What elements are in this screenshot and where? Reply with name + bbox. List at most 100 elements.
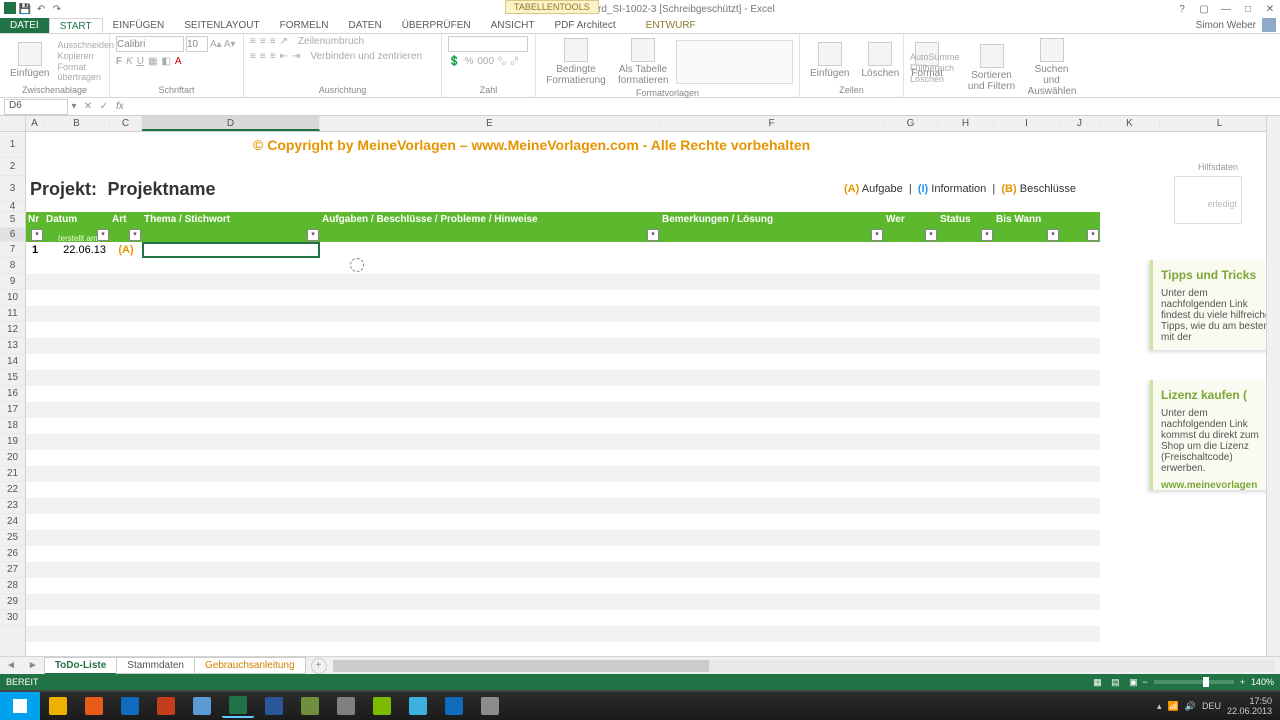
col-header[interactable]: I [994,116,1060,131]
row-header-selected[interactable]: 6 [0,228,25,242]
taskbar-app-icon[interactable] [150,694,182,718]
horizontal-scrollbar[interactable] [333,660,1274,672]
zoom-slider[interactable] [1154,680,1234,684]
row-header[interactable]: 29 [0,594,25,610]
row-header[interactable]: 10 [0,290,25,306]
table-row[interactable] [26,418,1100,434]
cell-datum[interactable]: 22.06.13 [44,242,110,258]
table-row[interactable] [26,258,1100,274]
underline-button[interactable]: U [137,56,144,67]
sheet-tab-gebrauch[interactable]: Gebrauchsanleitung [194,657,306,674]
vertical-scrollbar[interactable] [1266,116,1280,656]
taskbar-app-icon[interactable] [114,694,146,718]
align-left-icon[interactable]: ≡ [250,51,256,62]
row-header[interactable]: 20 [0,450,25,466]
table-row[interactable] [26,306,1100,322]
comma-icon[interactable]: 000 [477,56,494,67]
paste-button[interactable]: Einfügen [6,40,53,81]
row-header[interactable]: 2 [0,158,25,176]
condformat-button[interactable]: Bedingte Formatierung [542,36,610,88]
table-row[interactable] [26,530,1100,546]
indent-dec-icon[interactable]: ⇤ [280,51,288,62]
row-header[interactable]: 30 [0,610,25,626]
taskbar-app-icon[interactable] [366,694,398,718]
row-header[interactable]: 24 [0,514,25,530]
font-size-input[interactable] [186,36,208,52]
table-row[interactable] [26,354,1100,370]
col-header[interactable]: L [1160,116,1280,131]
dec-decimal-icon[interactable]: ₀⁰ [510,56,518,67]
col-header[interactable]: F [660,116,884,131]
tray-network-icon[interactable]: 📶 [1168,701,1179,712]
fill-button[interactable]: Füllbereich [910,63,960,73]
cell-bemerkungen[interactable] [660,242,884,258]
table-row[interactable] [26,562,1100,578]
help-icon[interactable]: ? [1172,4,1192,15]
tab-review[interactable]: ÜBERPRÜFEN [392,18,481,33]
col-header[interactable]: B [44,116,110,131]
tray-lang[interactable]: DEU [1202,701,1221,711]
row-header[interactable]: 18 [0,418,25,434]
namebox-dropdown-icon[interactable]: ▾ [68,101,80,112]
account-name[interactable]: Simon Weber [1190,18,1262,33]
bold-button[interactable]: F [116,56,122,67]
taskbar-app-icon[interactable] [186,694,218,718]
zoom-out-icon[interactable]: − [1142,677,1147,687]
view-pagebreak-icon[interactable]: ▣ [1124,677,1142,688]
row-header[interactable]: 28 [0,578,25,594]
font-name-input[interactable] [116,36,184,52]
increase-font-icon[interactable]: A▴ [210,39,222,50]
fillcolor-button[interactable]: ◧ [161,56,170,67]
tab-formulas[interactable]: FORMELN [270,18,339,33]
mergecenter-button[interactable]: Verbinden und zentrieren [310,51,422,62]
row-header[interactable]: 14 [0,354,25,370]
taskbar-app-icon[interactable] [294,694,326,718]
cut-button[interactable]: Ausschneiden [57,40,114,50]
zoom-in-icon[interactable]: + [1240,677,1245,687]
taskbar-app-icon[interactable] [438,694,470,718]
taskbar-app-icon[interactable] [258,694,290,718]
number-format-input[interactable] [448,36,528,52]
table-row[interactable] [26,450,1100,466]
inc-decimal-icon[interactable]: ⁰₀ [498,56,506,67]
redo-icon[interactable]: ↷ [50,2,64,16]
autosum-button[interactable]: AutoSumme [910,52,960,62]
col-header-selected[interactable]: D [142,116,320,131]
clear-button[interactable]: Löschen [910,74,960,84]
cell-biswann[interactable] [994,242,1060,258]
col-header[interactable]: J [1060,116,1100,131]
filter-button[interactable]: ▾ [1087,229,1099,241]
decrease-font-icon[interactable]: A▾ [224,39,236,50]
tipbox-license-link[interactable]: www.meinevorlagen [1161,480,1272,491]
filter-button[interactable]: ▾ [307,229,319,241]
row-header[interactable]: 22 [0,482,25,498]
filter-button[interactable]: ▾ [925,229,937,241]
border-button[interactable]: ▦ [148,56,157,67]
filter-button[interactable]: ▾ [97,229,109,241]
table-row[interactable] [26,514,1100,530]
row-header[interactable]: 1 [0,132,25,158]
col-header[interactable]: A [26,116,44,131]
row-header[interactable]: 21 [0,466,25,482]
sheet-nav-next-icon[interactable]: ► [22,660,44,671]
sheet-nav-prev-icon[interactable]: ◄ [0,660,22,671]
sortfilter-button[interactable]: Sortieren und Filtern [964,42,1020,94]
tab-pagelayout[interactable]: SEITENLAYOUT [174,18,269,33]
tab-view[interactable]: ANSICHT [481,18,545,33]
zoom-level[interactable]: 140% [1251,677,1274,687]
findselect-button[interactable]: Suchen und Auswählen [1024,36,1080,99]
col-header[interactable]: C [110,116,142,131]
filter-button[interactable]: ▾ [129,229,141,241]
copy-button[interactable]: Kopieren [57,51,114,61]
table-row[interactable] [26,610,1100,626]
grid[interactable]: © Copyright by MeineVorlagen – www.Meine… [26,132,1280,656]
table-row[interactable] [26,626,1100,642]
tab-entwurf[interactable]: ENTWURF [636,18,706,33]
tab-pdfarchitect[interactable]: PDF Architect [545,18,626,33]
table-row[interactable] [26,466,1100,482]
row-header[interactable]: 8 [0,258,25,274]
close-icon[interactable]: ✕ [1260,4,1280,15]
sheet-tab-stammdaten[interactable]: Stammdaten [116,657,195,674]
cell-blank[interactable] [1060,242,1100,258]
select-all-corner[interactable] [0,116,25,132]
